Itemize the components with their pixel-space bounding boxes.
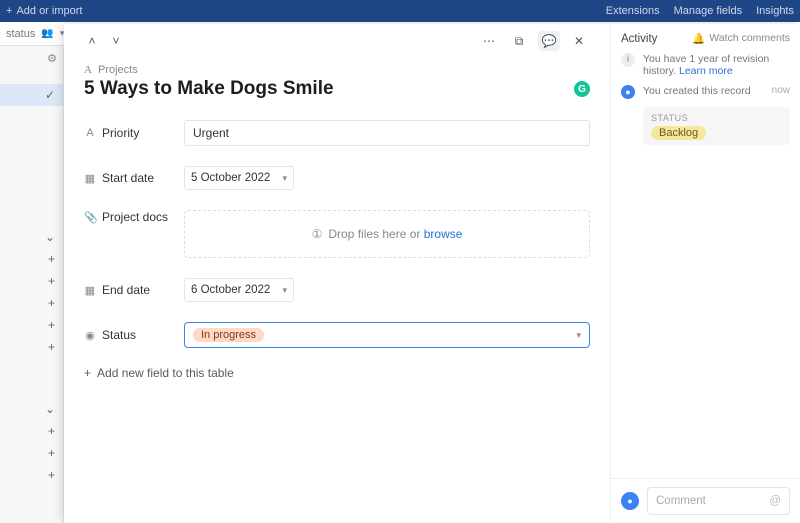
chevron-down-icon: ▾: [576, 330, 581, 341]
user-avatar-icon: ●: [621, 85, 635, 99]
add-field-button[interactable]: + Add new field to this table: [84, 366, 590, 380]
check-icon: ✓: [45, 88, 55, 102]
new-row[interactable]: +: [0, 248, 63, 270]
end-date-picker[interactable]: 6 October 2022 ▾: [184, 278, 294, 302]
insights-button[interactable]: Insights: [756, 5, 794, 17]
comment-area: ● Comment @: [611, 478, 800, 523]
app-top-bar: + Add or import Extensions Manage fields…: [0, 0, 800, 22]
learn-more-link[interactable]: Learn more: [679, 65, 733, 77]
plus-icon: +: [48, 252, 55, 266]
modal-header: ˄ ˅ ⋯ ⧉ 💬 ✕: [84, 30, 590, 52]
text-icon: A: [84, 127, 96, 139]
status-card-value: Backlog: [651, 126, 706, 140]
user-avatar-icon: ●: [621, 492, 639, 510]
end-date-label: ▦ End date: [84, 283, 184, 297]
text-icon: A: [84, 64, 92, 76]
status-value-tag: In progress: [193, 328, 264, 342]
dropzone-text: Drop files here or: [328, 227, 423, 241]
plus-icon: +: [48, 340, 55, 354]
activity-info: i You have 1 year of revision history. L…: [621, 53, 790, 77]
record-title[interactable]: 5 Ways to Make Dogs Smile: [84, 78, 334, 100]
start-date-value: 5 October 2022: [191, 172, 270, 184]
calendar-icon: ▦: [84, 284, 96, 297]
plus-icon: +: [48, 468, 55, 482]
new-row[interactable]: +: [0, 464, 63, 486]
add-field-label: Add new field to this table: [97, 366, 234, 380]
upload-icon: ①: [312, 227, 323, 241]
project-docs-dropzone[interactable]: ① Drop files here or browse: [184, 210, 590, 258]
watch-comments-button[interactable]: 🔔 Watch comments: [692, 32, 790, 45]
new-row[interactable]: +: [0, 336, 63, 358]
activity-created: ● You created this record now: [621, 85, 790, 99]
plus-icon: +: [48, 274, 55, 288]
status-card-label: STATUS: [651, 113, 782, 123]
extensions-button[interactable]: Extensions: [606, 5, 660, 17]
chevron-down-icon: ⌄: [45, 230, 55, 244]
new-row[interactable]: +: [0, 420, 63, 442]
priority-input[interactable]: Urgent: [184, 120, 590, 146]
start-date-label: ▦ Start date: [84, 171, 184, 185]
plus-icon: +: [48, 296, 55, 310]
record-modal: ˄ ˅ ⋯ ⧉ 💬 ✕ A Projects 5 Ways to Make Do…: [64, 24, 800, 523]
attachment-icon: 📎: [84, 211, 96, 224]
breadcrumb: A Projects: [84, 64, 590, 76]
status-select[interactable]: In progress ▾: [184, 322, 590, 348]
group-by-label: status: [6, 28, 35, 40]
priority-label: A Priority: [84, 126, 184, 140]
plus-icon: +: [84, 366, 91, 380]
people-icon[interactable]: 👥: [41, 28, 53, 39]
new-row[interactable]: +: [0, 270, 63, 292]
prev-record-button[interactable]: ˄: [84, 34, 100, 48]
start-date-picker[interactable]: 5 October 2022 ▾: [184, 166, 294, 190]
add-or-import-button[interactable]: Add or import: [16, 5, 82, 17]
chevron-down-icon: ▾: [282, 173, 287, 184]
grouped-row-selected[interactable]: ✓: [0, 84, 63, 106]
group-collapse[interactable]: ⌄: [0, 226, 63, 248]
project-docs-label: 📎 Project docs: [84, 210, 184, 224]
copy-link-button[interactable]: ⧉: [508, 31, 530, 51]
manage-fields-button[interactable]: Manage fields: [674, 5, 743, 17]
new-row[interactable]: +: [0, 442, 63, 464]
plus-icon: +: [48, 424, 55, 438]
chevron-down-icon: ▾: [282, 285, 287, 296]
close-button[interactable]: ✕: [568, 31, 590, 51]
breadcrumb-label[interactable]: Projects: [98, 64, 138, 76]
comment-placeholder: Comment: [656, 495, 706, 507]
plus-icon: +: [48, 446, 55, 460]
activity-panel: Activity 🔔 Watch comments i You have 1 y…: [610, 24, 800, 523]
browse-link[interactable]: browse: [424, 227, 463, 241]
calendar-icon: ▦: [84, 172, 96, 185]
single-select-icon: ◉: [84, 329, 96, 342]
chevron-down-icon: ⌄: [45, 402, 55, 416]
activity-status-card: STATUS Backlog: [643, 107, 790, 145]
bell-icon: 🔔: [692, 32, 705, 45]
plus-icon: +: [48, 318, 55, 332]
comment-input[interactable]: Comment @: [647, 487, 790, 515]
plus-icon[interactable]: +: [6, 5, 12, 17]
new-row[interactable]: +: [0, 314, 63, 336]
activity-title: Activity: [621, 33, 657, 45]
end-date-value: 6 October 2022: [191, 284, 270, 296]
group-collapse[interactable]: ⌄: [0, 398, 63, 420]
mention-icon[interactable]: @: [769, 495, 781, 507]
grammarly-icon[interactable]: G: [574, 81, 590, 97]
activity-timestamp: now: [772, 85, 790, 99]
info-icon: i: [621, 53, 635, 67]
gear-icon[interactable]: ⚙: [47, 52, 57, 65]
new-row[interactable]: +: [0, 292, 63, 314]
status-label: ◉ Status: [84, 328, 184, 342]
left-sidebar: ⚙ ✓ ⌄ + + + + + ⌄ + + +: [0, 46, 64, 523]
next-record-button[interactable]: ˅: [108, 34, 124, 48]
more-actions-button[interactable]: ⋯: [478, 31, 500, 51]
comments-toggle[interactable]: 💬: [538, 31, 560, 51]
